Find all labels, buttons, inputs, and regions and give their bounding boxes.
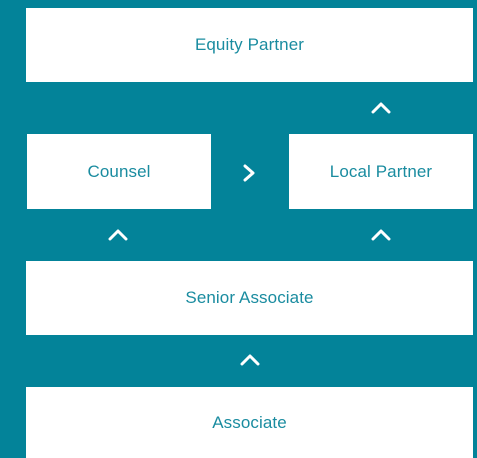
box-local-partner: Local Partner — [289, 134, 473, 209]
chevron-up-icon — [370, 228, 392, 242]
label-equity-partner: Equity Partner — [194, 35, 305, 54]
box-counsel: Counsel — [27, 134, 211, 209]
chevron-up-icon — [107, 228, 129, 242]
box-senior-associate: Senior Associate — [26, 261, 473, 335]
chevron-up-icon — [370, 101, 392, 115]
label-associate: Associate — [212, 412, 287, 432]
box-associate: Associate — [26, 387, 473, 458]
chevron-right-icon — [242, 164, 256, 182]
label-local-partner: Local Partner — [329, 161, 433, 181]
label-senior-associate: Senior Associate — [185, 288, 314, 307]
box-equity-partner: Equity Partner — [26, 8, 473, 82]
chevron-up-icon — [239, 353, 261, 367]
label-counsel: Counsel — [87, 161, 151, 181]
